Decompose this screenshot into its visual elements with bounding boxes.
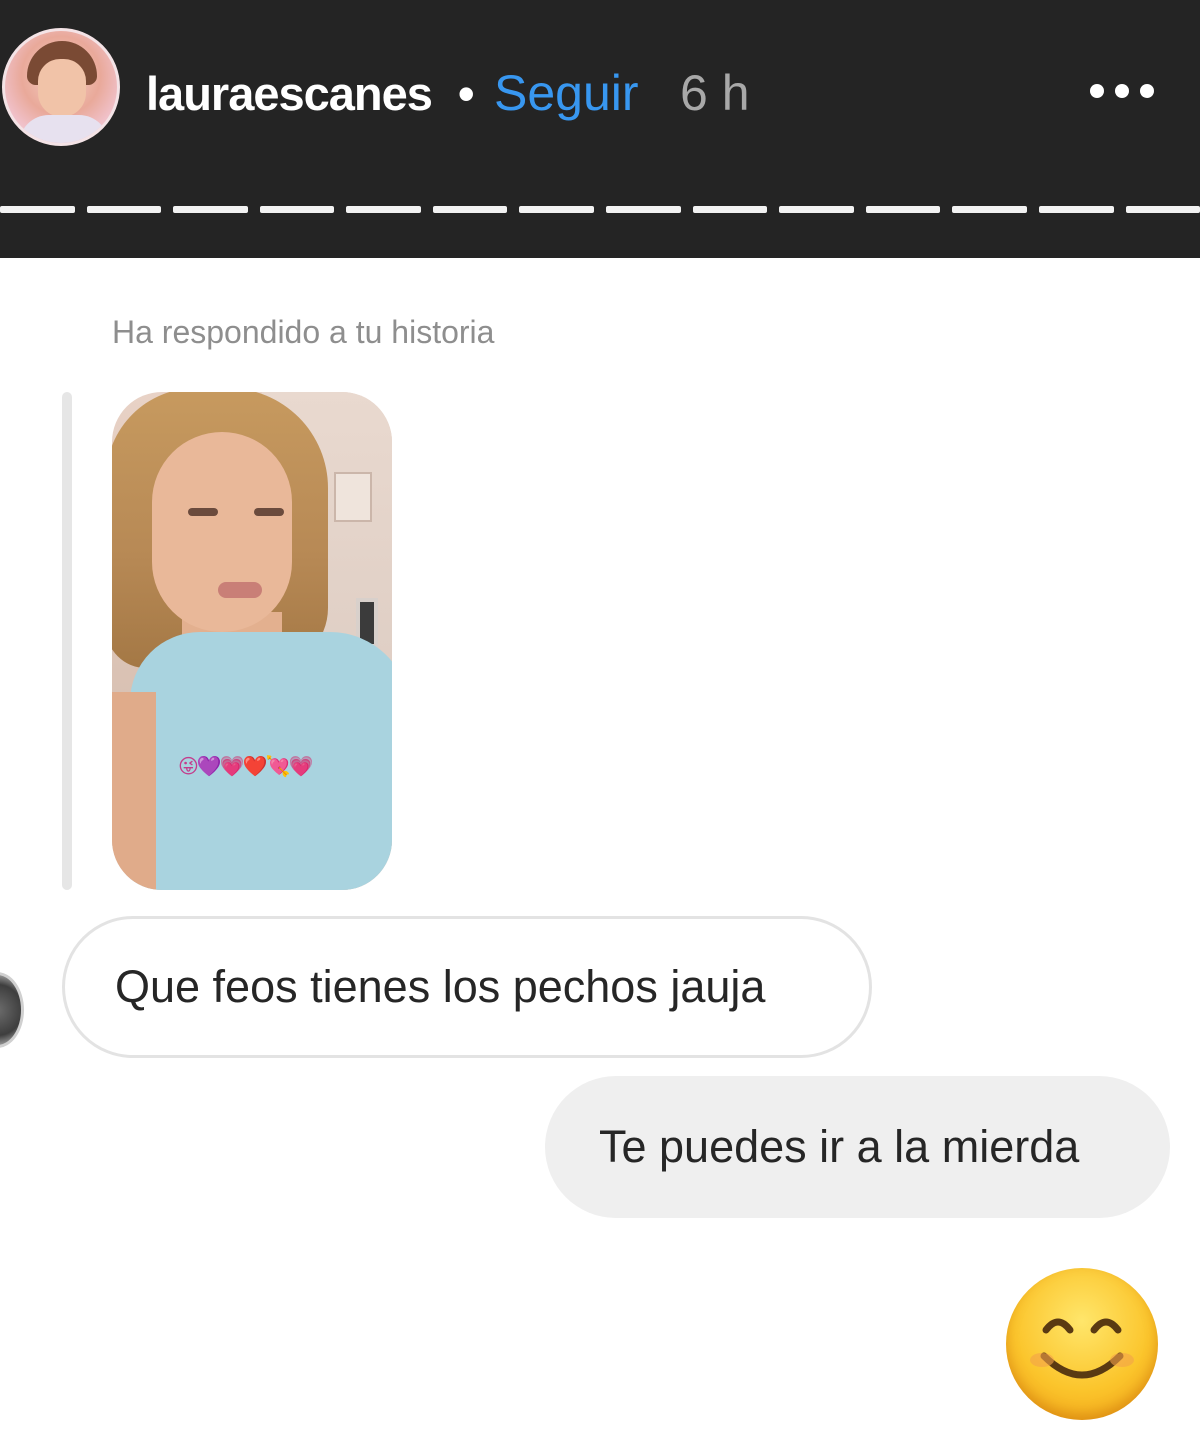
follow-button[interactable]: Seguir <box>494 64 639 122</box>
story-header: lauraescanes • Seguir 6 h <box>0 0 1200 258</box>
story-progress-bar <box>0 206 1200 214</box>
separator-dot: • <box>458 67 475 120</box>
progress-segment <box>0 206 75 213</box>
thumb-eye <box>188 508 218 516</box>
username[interactable]: lauraescanes <box>146 66 433 121</box>
progress-segment <box>606 206 681 213</box>
progress-segment <box>779 206 854 213</box>
reply-label: Ha respondido a tu historia <box>112 314 495 350</box>
avatar-face <box>38 59 86 117</box>
outgoing-message[interactable]: Te puedes ir a la mierda <box>545 1076 1170 1218</box>
thumb-picture-frame <box>334 472 372 522</box>
avatar-shirt <box>19 115 109 143</box>
progress-segment <box>519 206 595 213</box>
progress-segment <box>952 206 1027 213</box>
progress-segment <box>1038 206 1114 213</box>
post-time: 6 h <box>680 65 750 121</box>
incoming-message[interactable]: Que feos tienes los pechos jauja <box>62 916 872 1058</box>
thumb-eye <box>254 508 284 516</box>
progress-segment <box>173 206 248 213</box>
thumb-arm <box>112 692 156 890</box>
more-options-icon[interactable] <box>1090 76 1180 106</box>
thumb-lips <box>218 582 262 598</box>
progress-segment <box>86 206 162 213</box>
progress-segment <box>692 206 768 213</box>
smiling-face-icon <box>1006 1268 1158 1420</box>
dot-icon <box>1090 84 1104 98</box>
progress-segment <box>432 206 508 213</box>
profile-avatar[interactable] <box>2 28 120 146</box>
dot-icon <box>1115 84 1129 98</box>
progress-segment <box>259 206 335 213</box>
incoming-message-text: Que feos tienes los pechos jauja <box>115 961 766 1012</box>
smiling-face-graphic <box>1030 1318 1134 1379</box>
dot-icon <box>1140 84 1154 98</box>
progress-segment <box>865 206 941 213</box>
quote-bar <box>62 392 72 890</box>
progress-segment <box>1125 206 1200 213</box>
progress-segment <box>346 206 421 213</box>
story-thumbnail[interactable]: 😜💜💗❤️💘💗 <box>112 392 392 890</box>
sender-avatar[interactable] <box>0 972 24 1048</box>
thumb-face <box>152 432 292 632</box>
story-emoji-overlay: 😜💜💗❤️💘💗 <box>178 756 313 778</box>
outgoing-message-text: Te puedes ir a la mierda <box>599 1121 1080 1172</box>
